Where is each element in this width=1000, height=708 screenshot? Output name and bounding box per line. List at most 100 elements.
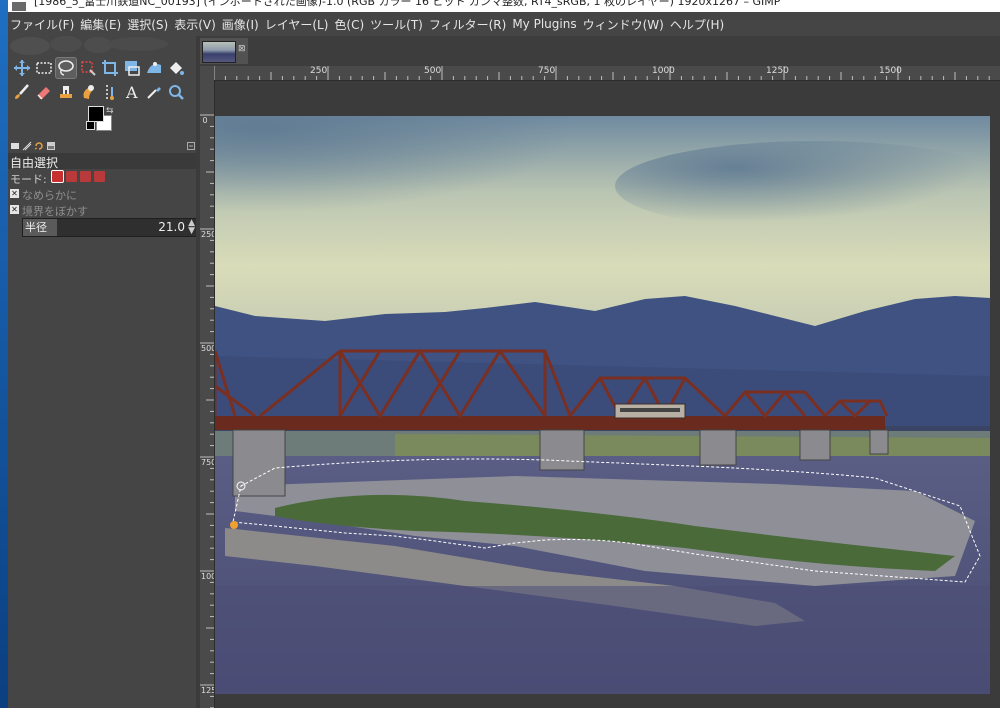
reset-colors-icon[interactable] <box>86 121 95 130</box>
menu-filters[interactable]: フィルター(R) <box>426 16 509 33</box>
close-tab-icon[interactable]: ⊠ <box>238 44 246 54</box>
smudge-tool[interactable] <box>78 82 98 102</box>
lasso-icon <box>58 60 74 76</box>
vertical-ruler[interactable]: 0 250 500 750 1000 1250 <box>200 80 215 708</box>
radius-value[interactable]: 21.0 <box>158 220 185 234</box>
window-title: [1986_5_富士川鉄道NC_00193] (インポートされた画像)-1.0 … <box>34 0 781 8</box>
h-ruler-label-1250: 1250 <box>766 66 789 76</box>
h-ruler-label-1500: 1500 <box>879 66 902 76</box>
warp-icon <box>147 62 161 73</box>
near-water <box>215 586 990 694</box>
v-ruler-label-250: 250 <box>201 230 215 239</box>
wilber-drop-zone-icon <box>10 36 168 55</box>
fuzzy-select-icon <box>81 61 96 76</box>
mode-replace-button[interactable] <box>51 170 64 183</box>
foreground-color-swatch[interactable] <box>88 106 104 122</box>
mode-row: モード: <box>8 170 196 186</box>
tool-row-2: A <box>12 82 186 102</box>
menu-select[interactable]: 選択(S) <box>124 16 171 33</box>
stamp-icon <box>60 86 72 98</box>
bucket-icon <box>170 62 184 75</box>
menu-windows[interactable]: ウィンドウ(W) <box>580 16 667 33</box>
h-ruler-label-1000: 1000 <box>652 66 675 76</box>
selection-anchor-handle[interactable] <box>230 521 238 529</box>
paintbrush-tool[interactable] <box>12 82 32 102</box>
horizontal-ruler[interactable]: 0 250 500 750 1000 1250 1500 <box>214 66 1000 81</box>
svg-text:A: A <box>125 83 138 101</box>
v-ruler-label-750: 750 <box>201 458 215 467</box>
gimp-app-icon <box>12 1 26 11</box>
fuzzy-select-tool[interactable] <box>78 58 98 78</box>
window-titlebar: [1986_5_富士川鉄道NC_00193] (インポートされた画像)-1.0 … <box>8 0 1000 12</box>
feather-checkbox[interactable]: ✕ <box>10 205 19 214</box>
menu-edit[interactable]: 編集(E) <box>77 16 124 33</box>
color-picker-tool[interactable] <box>144 82 164 102</box>
swap-colors-icon[interactable]: ⇆ <box>106 106 114 116</box>
v-ruler-label-0: 0 <box>202 116 208 125</box>
paths-tool[interactable] <box>100 82 120 102</box>
menu-tools[interactable]: ツール(T) <box>367 16 426 33</box>
menu-file[interactable]: ファイル(F) <box>8 16 77 33</box>
v-ruler-label-500: 500 <box>201 344 215 353</box>
unified-transform-tool[interactable] <box>122 58 142 78</box>
mode-add-button[interactable] <box>66 171 77 182</box>
zoom-tool[interactable] <box>166 82 186 102</box>
antialias-label: なめらかに <box>22 189 77 202</box>
image-canvas-area[interactable] <box>215 81 1000 708</box>
rect-select-tool[interactable] <box>34 58 54 78</box>
mode-label: モード: <box>10 173 47 186</box>
v-ruler-label-1000: 1000 <box>201 572 214 581</box>
image-tab[interactable]: ⊠ <box>200 38 248 64</box>
eraser-tool[interactable] <box>34 82 54 102</box>
menu-image[interactable]: 画像(I) <box>219 16 262 33</box>
menubar: ファイル(F) 編集(E) 選択(S) 表示(V) 画像(I) レイヤー(L) … <box>8 12 1000 36</box>
device-status-tab-icon[interactable] <box>22 141 32 151</box>
feather-label: 境界をぼかす <box>22 205 88 218</box>
far-bank-grass <box>395 434 990 458</box>
tool-options-tab-icon[interactable] <box>10 141 20 151</box>
tool-row-1 <box>12 57 186 79</box>
radius-label: 半径 <box>23 219 57 236</box>
quick-mask-corner[interactable] <box>200 66 215 81</box>
crop-icon <box>102 60 118 76</box>
magnifier-icon <box>169 85 184 100</box>
bucket-fill-tool[interactable] <box>166 58 186 78</box>
menu-help[interactable]: ヘルプ(H) <box>667 16 727 33</box>
text-tool[interactable]: A <box>122 82 142 102</box>
images-tab-icon[interactable] <box>46 141 56 151</box>
smudge-icon <box>83 85 94 99</box>
text-icon: A <box>125 83 138 101</box>
image-tabbar: ⊠ <box>200 36 1000 66</box>
menu-layer[interactable]: レイヤー(L) <box>262 16 332 33</box>
tool-options-tabs <box>8 139 196 153</box>
vertical-ruler-ticks <box>200 114 214 708</box>
antialias-checkbox[interactable]: ✕ <box>10 189 19 198</box>
image-canvas[interactable] <box>215 116 990 694</box>
undo-history-tab-icon[interactable] <box>34 141 44 151</box>
paintbrush-icon <box>15 84 29 99</box>
mode-intersect-button[interactable] <box>94 171 105 182</box>
v-ruler-label-1250: 1250 <box>201 686 214 695</box>
menu-view[interactable]: 表示(V) <box>171 16 219 33</box>
desktop-edge <box>0 0 8 708</box>
free-select-tool[interactable] <box>55 57 77 79</box>
h-ruler-label-500: 500 <box>424 66 442 76</box>
radius-spinscale[interactable]: 半径 21.0 ▲ ▼ <box>22 218 198 237</box>
panel-menu-icon[interactable] <box>186 141 196 151</box>
image-thumbnail <box>202 41 236 63</box>
move-icon <box>14 60 30 76</box>
feather-row: ✕ 境界をぼかす <box>8 202 196 218</box>
tool-options-title: 自由選択 <box>10 156 59 170</box>
rect-select-icon <box>36 62 52 74</box>
radius-spin-arrows-icon[interactable]: ▲ ▼ <box>188 219 195 236</box>
menu-colors[interactable]: 色(C) <box>331 16 367 33</box>
clone-tool[interactable] <box>56 82 76 102</box>
crop-tool[interactable] <box>100 58 120 78</box>
fg-bg-colors[interactable]: ⇆ <box>86 106 128 136</box>
eyedropper-icon <box>147 87 161 99</box>
mode-subtract-button[interactable] <box>80 171 91 182</box>
warp-transform-tool[interactable] <box>144 58 164 78</box>
menu-my-plugins[interactable]: My Plugins <box>509 17 579 31</box>
move-tool[interactable] <box>12 58 32 78</box>
toolbox: A ⇆ 自由選択 モード: ✕ なめらかに ✕ 境界をぼかす 半径 21.0 ▲… <box>8 36 198 708</box>
